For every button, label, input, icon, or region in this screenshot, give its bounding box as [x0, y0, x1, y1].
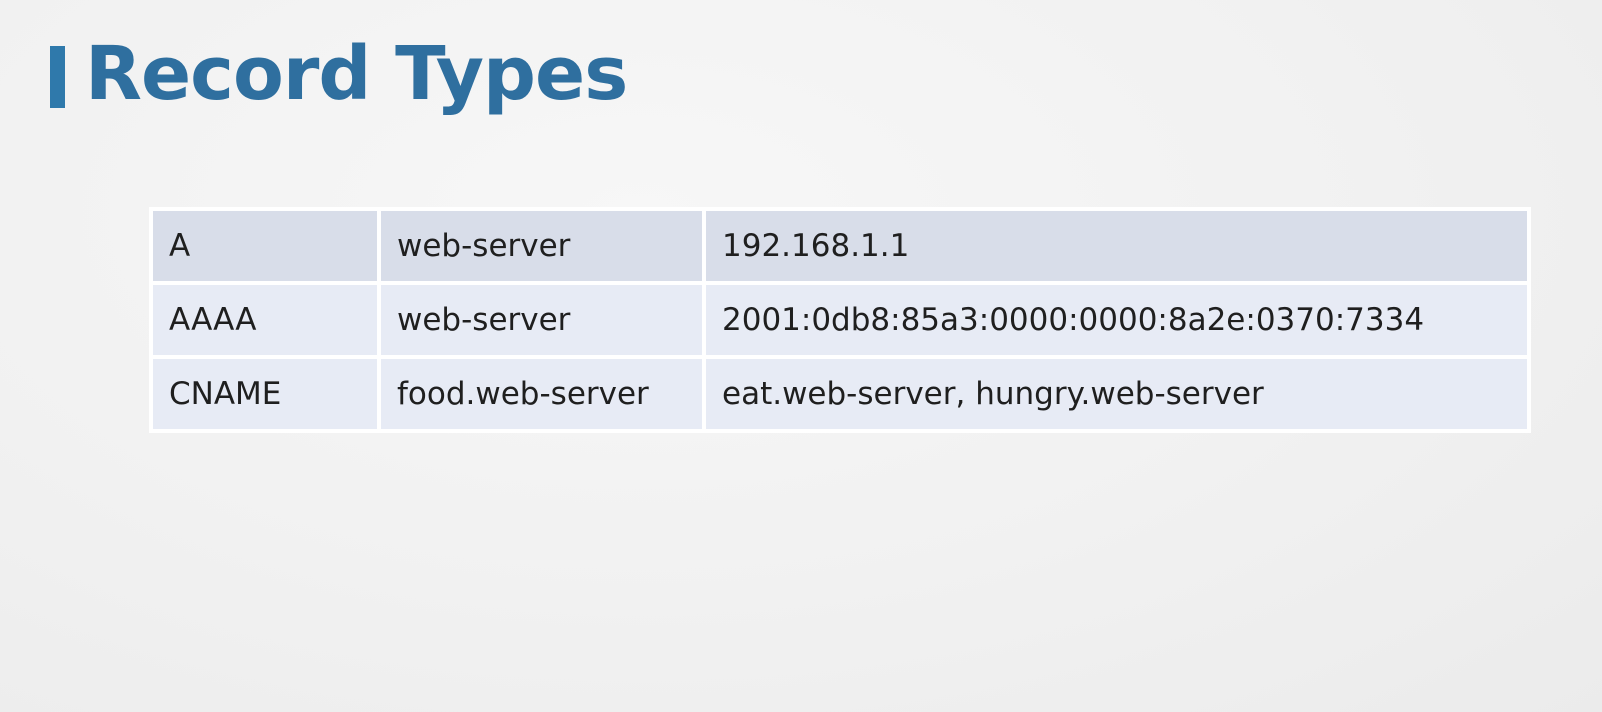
record-name-cell: web-server: [377, 281, 706, 359]
records-table: A web-server 192.168.1.1 AAAA web-server…: [149, 207, 1531, 433]
record-type-cell: CNAME: [149, 355, 381, 433]
title-accent-bar: [50, 46, 65, 108]
table-row: A web-server 192.168.1.1: [149, 207, 1531, 285]
record-name-cell: food.web-server: [377, 355, 706, 433]
slide: Record Types A web-server 192.168.1.1 AA…: [0, 0, 1602, 712]
record-name-cell: web-server: [377, 207, 706, 285]
record-value-cell: 192.168.1.1: [702, 207, 1531, 285]
records-table-container: A web-server 192.168.1.1 AAAA web-server…: [149, 207, 1531, 433]
record-type-cell: AAAA: [149, 281, 381, 359]
record-type-cell: A: [149, 207, 381, 285]
slide-title: Record Types: [85, 31, 628, 117]
table-row: AAAA web-server 2001:0db8:85a3:0000:0000…: [149, 281, 1531, 359]
record-value-cell: eat.web-server, hungry.web-server: [702, 355, 1531, 433]
title-area: Record Types: [50, 26, 628, 122]
table-row: CNAME food.web-server eat.web-server, hu…: [149, 355, 1531, 433]
record-value-cell: 2001:0db8:85a3:0000:0000:8a2e:0370:7334: [702, 281, 1531, 359]
